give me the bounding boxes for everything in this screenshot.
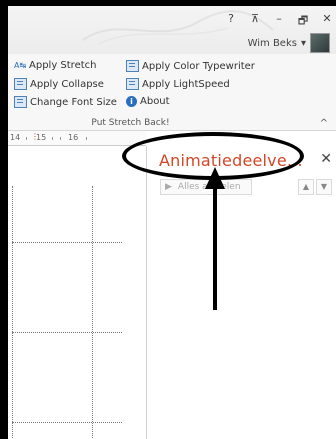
- restore-button[interactable]: 🗗: [296, 12, 310, 31]
- close-button[interactable]: ✕: [320, 12, 334, 31]
- document-icon: [14, 78, 27, 90]
- close-icon[interactable]: ✕: [320, 151, 332, 167]
- apply-collapse-button[interactable]: Apply Collapse: [14, 78, 104, 90]
- title-bar: ? ⊼ – 🗗 ✕ Wim Beks ▾: [8, 6, 336, 54]
- annotation-arrow-shaft: [213, 172, 217, 310]
- avatar: [310, 33, 330, 53]
- button-label: Apply Collapse: [30, 78, 104, 90]
- button-label: About: [140, 96, 170, 107]
- about-button[interactable]: i About: [126, 96, 170, 107]
- button-label: Apply LightSpeed: [142, 78, 230, 90]
- gridline: [12, 242, 122, 243]
- ruler-tick: [52, 137, 53, 140]
- window-controls: ? ⊼ – 🗗 ✕: [224, 12, 334, 31]
- document-icon: [14, 96, 27, 108]
- ruler-tick: [86, 137, 87, 140]
- ruler-label: 15: [36, 133, 47, 142]
- app-window: ? ⊼ – 🗗 ✕ Wim Beks ▾ A↹ Apply Stretch Ap…: [8, 6, 336, 439]
- horizontal-ruler: 14 ⋮ 15 16: [8, 131, 146, 146]
- apply-lightspeed-button[interactable]: Apply LightSpeed: [126, 78, 230, 90]
- button-label: Apply Stretch: [29, 60, 97, 71]
- ruler-label: 16: [68, 133, 79, 142]
- user-account[interactable]: Wim Beks ▾: [248, 33, 330, 53]
- document-icon: [126, 60, 139, 72]
- document-area[interactable]: [8, 146, 147, 439]
- ribbon-display-button[interactable]: ⊼: [248, 12, 262, 31]
- button-label: Apply Color Typewriter: [142, 60, 255, 72]
- ruler-tick: [60, 137, 61, 140]
- ribbon-group-label: Put Stretch Back!: [91, 118, 170, 128]
- move-up-button[interactable]: ▲: [298, 179, 314, 195]
- minimize-button[interactable]: –: [272, 12, 286, 31]
- help-button[interactable]: ?: [224, 12, 238, 31]
- move-down-button[interactable]: ▼: [316, 179, 332, 195]
- ribbon-group: A↹ Apply Stretch Apply Color Typewriter …: [8, 54, 336, 131]
- stretch-icon: A↹: [14, 60, 27, 70]
- ruler-label: 14: [10, 133, 21, 142]
- gridline: [12, 186, 13, 439]
- gridline: [92, 186, 93, 439]
- apply-stretch-button[interactable]: A↹ Apply Stretch: [14, 60, 96, 71]
- gridline: [12, 422, 122, 423]
- button-label: Change Font Size: [30, 96, 117, 108]
- table-gridlines: [10, 182, 140, 439]
- gridline: [12, 332, 122, 333]
- play-icon: ▶: [165, 182, 172, 192]
- user-name: Wim Beks: [247, 37, 297, 49]
- collapse-ribbon-icon[interactable]: ^: [320, 118, 328, 129]
- apply-color-typewriter-button[interactable]: Apply Color Typewriter: [126, 60, 255, 72]
- ruler-tick: [26, 137, 27, 140]
- document-icon: [126, 78, 139, 90]
- info-icon: i: [126, 96, 137, 107]
- chevron-down-icon: ▾: [300, 37, 306, 49]
- change-font-size-button[interactable]: Change Font Size: [14, 96, 117, 108]
